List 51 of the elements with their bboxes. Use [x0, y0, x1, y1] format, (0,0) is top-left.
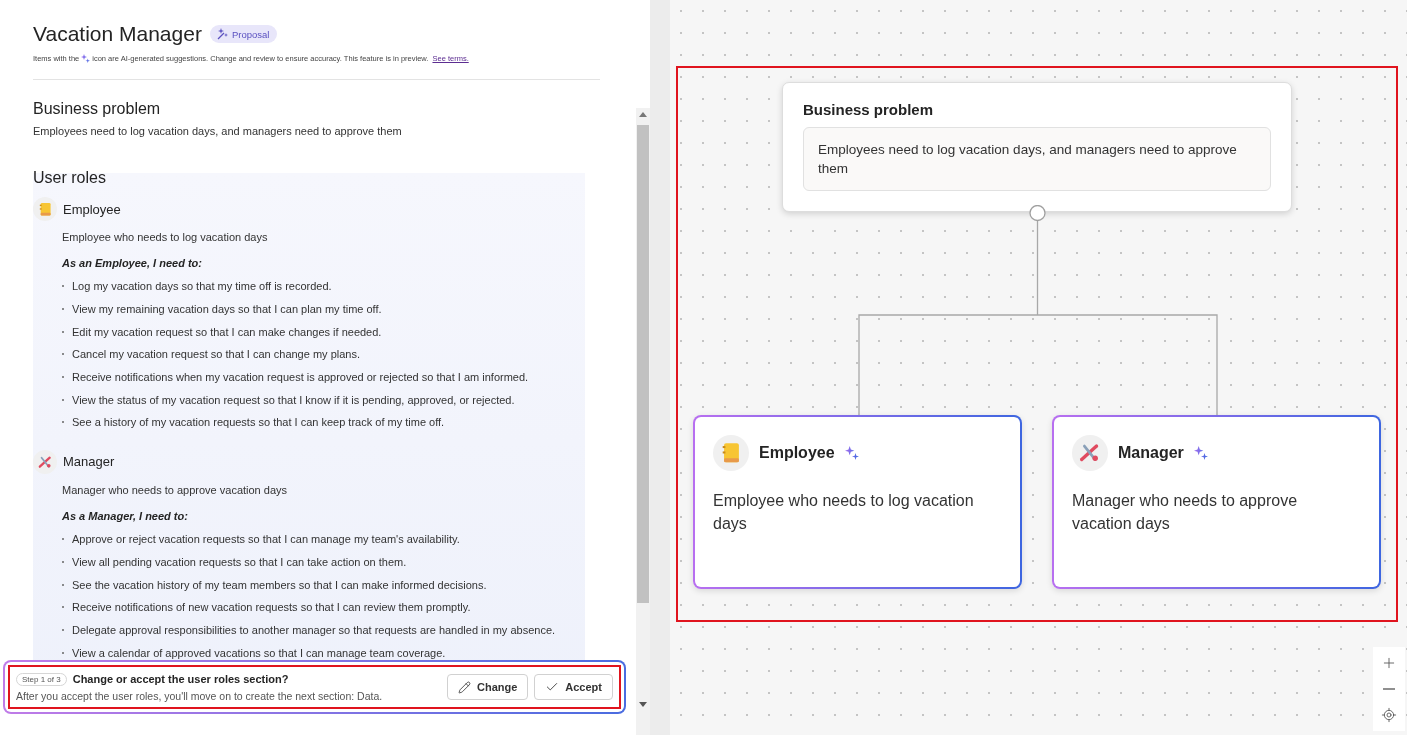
section-heading: Business problem — [33, 100, 162, 118]
tools-icon — [37, 454, 53, 469]
magic-wand-icon — [215, 28, 228, 40]
role-card[interactable]: Employee Employee who needs to log vacation days — [693, 415, 1022, 589]
need-text: View all pending vacation requests so that I can take action on them. — [72, 555, 407, 568]
need-text: See a history of my vacation requests so that I can keep track of my time off. — [72, 416, 445, 429]
need-text: Approve or reject vacation requests so that I can manage my team's availability. — [72, 533, 460, 546]
role-description: Manager who needs to approve vacation days — [62, 483, 289, 496]
scrollbar[interactable] — [636, 108, 650, 735]
node-text: Employees need to log vacation days, and managers need to approve them — [803, 127, 1271, 191]
check-icon — [545, 680, 560, 694]
problem-node[interactable]: Business problem Employees need to log vacation days, and managers need to approve them — [782, 82, 1292, 212]
pencil-icon — [457, 680, 471, 694]
role-name: Manager — [63, 454, 115, 470]
fit-view-button[interactable] — [1379, 705, 1399, 725]
node-heading: Business problem — [803, 101, 935, 118]
page-title: Vacation Manager — [33, 22, 202, 46]
section-heading: User roles — [33, 169, 107, 187]
section-text: Employees need to log vacation days, and managers need to approve them — [33, 125, 403, 137]
role-name: Employee — [759, 444, 835, 462]
notebook-icon — [720, 442, 742, 464]
tools-icon — [1079, 442, 1101, 464]
minus-icon — [1383, 688, 1395, 690]
need-text: Receive notifications of new vacation requests so that I can review them promptly. — [72, 601, 471, 614]
accept-button[interactable]: Accept — [534, 674, 613, 700]
locate-icon — [1381, 707, 1397, 723]
sparkle-icon — [81, 54, 91, 63]
role-name: Employee — [63, 201, 121, 217]
need-text: View the status of my vacation request so that I know if it is pending, approved, or rejected. — [72, 393, 515, 406]
need-text: View a calendar of approved vacations so that I can manage team coverage. — [72, 646, 446, 659]
needs-heading: As an Employee, I need to: — [62, 257, 203, 269]
change-button[interactable]: Change — [446, 674, 529, 700]
need-text: Log my vacation days so that my time off is recorded. — [72, 280, 332, 293]
notebook-icon — [37, 201, 53, 217]
role-description: Employee who needs to log vacation days — [62, 231, 269, 243]
need-text: Receive notifications when my vacation request is approved or rejected so that I am informed. — [72, 371, 529, 384]
scroll-thumb[interactable] — [637, 125, 649, 603]
need-text: Edit my vacation request so that I can make changes if needed. — [72, 325, 382, 338]
proposal-badge: Proposal — [209, 25, 278, 43]
step-detail: After you accept the user roles, you'll move on to create the next section: Data. — [16, 689, 384, 702]
role-description: Employee who needs to log vacation days — [713, 491, 975, 534]
need-text: Cancel my vacation request so that I can change my plans. — [72, 348, 360, 361]
role-card[interactable]: Manager Manager who needs to approve vacation days — [1052, 415, 1381, 589]
need-text: Delegate approval responsibilities to another manager so that requests are handled in my absence. — [72, 623, 556, 636]
role-name: Manager — [1118, 444, 1184, 462]
step-question: Change or accept the user roles section? — [72, 673, 289, 685]
need-text: View my remaining vacation days so that I can plan my time off. — [72, 303, 382, 316]
role-description: Manager who needs to approve vacation days — [1072, 491, 1299, 534]
need-text: See the vacation history of my team members so that I can make informed decisions. — [72, 578, 487, 591]
needs-heading: As a Manager, I need to: — [62, 509, 189, 522]
plus-icon — [1381, 655, 1397, 671]
